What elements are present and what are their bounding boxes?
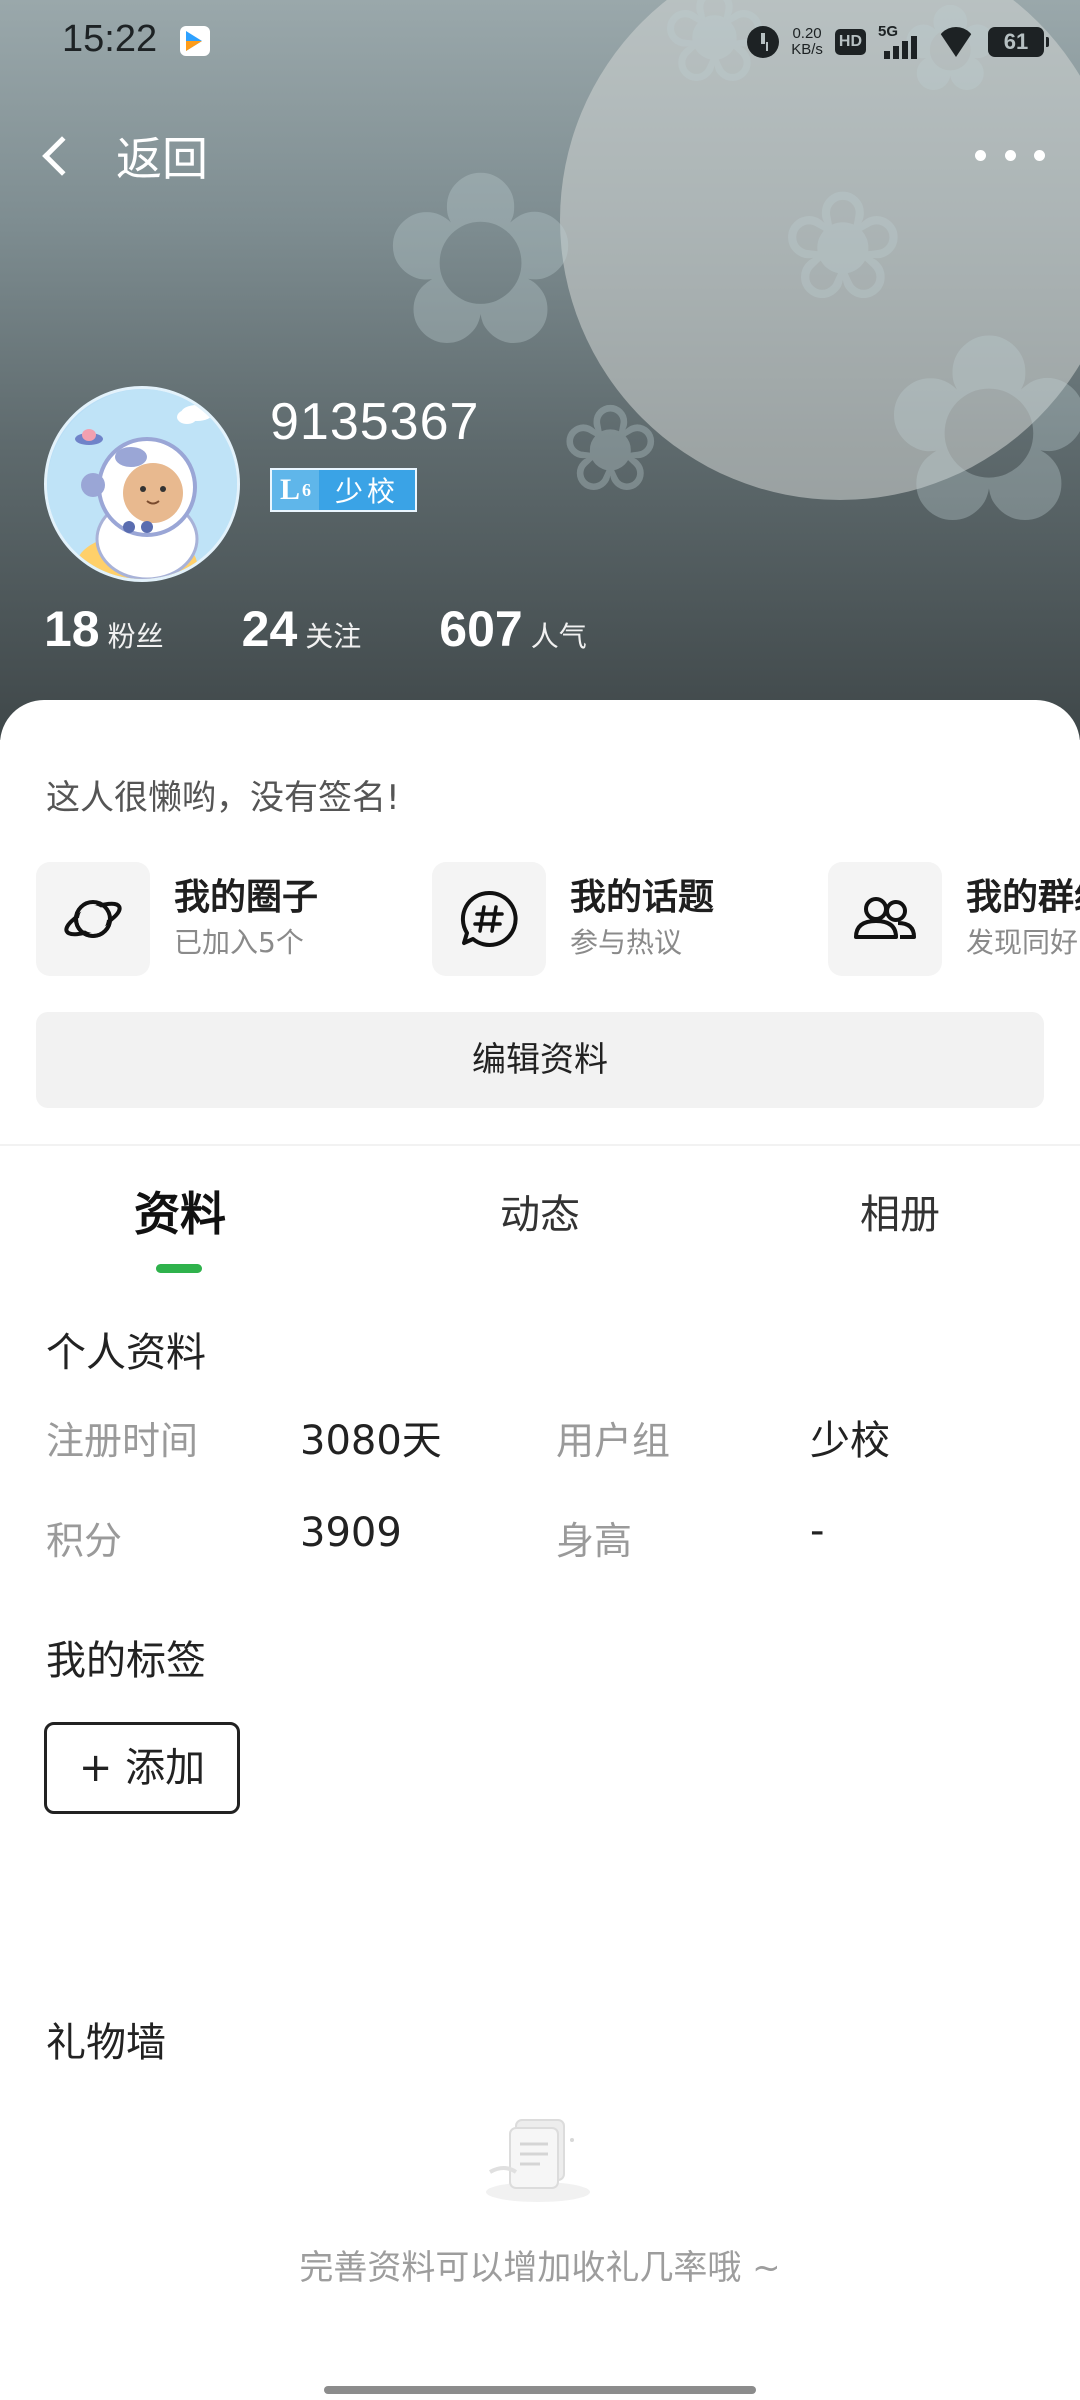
- background-flower-decoration: ✿: [880, 280, 1080, 582]
- stat-popularity[interactable]: 607 人气: [439, 600, 586, 658]
- back-label: 返回: [116, 132, 208, 186]
- more-dot-icon: [1034, 149, 1045, 161]
- edit-profile-button[interactable]: 编辑资料: [36, 1012, 1044, 1108]
- hd-voice-icon: HD: [834, 29, 866, 55]
- info-value-register-time: 3080天: [300, 1418, 442, 1464]
- empty-document-icon: [480, 2110, 600, 2210]
- info-label-height: 身高: [556, 1519, 633, 1563]
- stat-following-value: 24: [241, 601, 298, 657]
- quick-link-title: 我的圈子: [174, 877, 319, 918]
- stat-fans-value: 18: [44, 601, 100, 657]
- back-button[interactable]: 返回: [36, 124, 208, 188]
- stat-following[interactable]: 24 关注: [242, 600, 362, 658]
- level-number: 6: [302, 479, 312, 500]
- tab-profile-info[interactable]: 资料: [80, 1178, 280, 1244]
- rank-label: 少校: [319, 470, 416, 510]
- background-flower-decoration: ✿: [380, 120, 582, 400]
- status-time: 15:22: [62, 18, 158, 60]
- more-dot-icon: [1004, 149, 1016, 161]
- wifi-icon: [936, 27, 976, 57]
- username: 9135367: [270, 393, 480, 451]
- avatar[interactable]: [44, 386, 240, 582]
- background-flower-decoration: ❀: [560, 380, 661, 519]
- add-tag-button[interactable]: + 添加: [44, 1722, 240, 1814]
- gift-wall-title: 礼物墙: [46, 2020, 166, 2066]
- network-speed-unit: KB/s: [791, 41, 823, 58]
- quick-link-title: 我的群组: [966, 877, 1080, 918]
- quick-link-my-circles[interactable]: 我的圈子 已加入5个: [36, 860, 318, 978]
- stat-fans[interactable]: 18 粉丝: [44, 600, 164, 658]
- chevron-left-icon: [42, 136, 82, 176]
- profile-stats: 18 粉丝 24 关注 607 人气: [44, 600, 665, 658]
- level-indicator: L6: [272, 470, 320, 510]
- stat-following-label: 关注: [305, 620, 362, 653]
- gift-wall-empty-hint: 完善资料可以增加收礼几率哦 ~: [299, 2248, 781, 2288]
- status-bar: 15:22 0.20 KB/s HD 5G 61: [0, 0, 1080, 84]
- level-code: L: [280, 473, 301, 506]
- network-speed-value: 0.20: [792, 25, 822, 42]
- stat-popularity-value: 607: [439, 601, 523, 657]
- info-label-points: 积分: [46, 1519, 123, 1563]
- more-options-button[interactable]: [975, 140, 1045, 170]
- cellular-signal-icon: 5G: [878, 23, 924, 59]
- quick-link-title: 我的话题: [570, 877, 715, 918]
- level-badge: L6 少校: [270, 468, 418, 512]
- quick-links-row: 我的圈子 已加入5个 我的话题 参与热议 我的群组 发现同好: [36, 860, 1080, 978]
- quick-link-my-groups[interactable]: 我的群组 发现同好: [828, 860, 1080, 978]
- alarm-icon: [747, 26, 780, 58]
- info-value-height: -: [810, 1508, 825, 1554]
- tab-album[interactable]: 相册: [800, 1182, 1000, 1240]
- more-dot-icon: [975, 149, 986, 161]
- stat-fans-label: 粉丝: [107, 620, 164, 653]
- my-tags-title: 我的标签: [46, 1638, 206, 1684]
- planet-icon: [36, 862, 150, 976]
- quick-link-subtitle: 已加入5个: [174, 926, 304, 959]
- info-value-points: 3909: [300, 1510, 402, 1556]
- status-icons: 0.20 KB/s HD 5G 61: [747, 22, 1049, 62]
- info-value-user-group: 少校: [810, 1418, 890, 1464]
- info-label-user-group: 用户组: [556, 1419, 671, 1463]
- quick-link-subtitle: 发现同好: [966, 926, 1079, 959]
- network-speed: 0.20 KB/s: [791, 26, 823, 58]
- active-tab-indicator: [156, 1264, 202, 1273]
- personal-info-title: 个人资料: [46, 1330, 206, 1376]
- tab-activity[interactable]: 动态: [440, 1182, 640, 1240]
- group-people-icon: [828, 862, 942, 976]
- app-notification-icon: [180, 26, 210, 56]
- stat-popularity-label: 人气: [530, 620, 587, 653]
- signature-text: 这人很懒哟，没有签名!: [46, 778, 400, 818]
- profile-tabs: 资料 动态 相册: [0, 1160, 1080, 1270]
- quick-link-subtitle: 参与热议: [570, 926, 683, 959]
- section-divider: [0, 1144, 1080, 1146]
- battery-icon: 61: [988, 27, 1049, 57]
- quick-link-my-topics[interactable]: 我的话题 参与热议: [432, 860, 714, 978]
- home-indicator[interactable]: [324, 2386, 756, 2394]
- hashtag-bubble-icon: [432, 862, 546, 976]
- info-label-register-time: 注册时间: [46, 1419, 199, 1463]
- astronaut-avatar-image: [47, 389, 237, 579]
